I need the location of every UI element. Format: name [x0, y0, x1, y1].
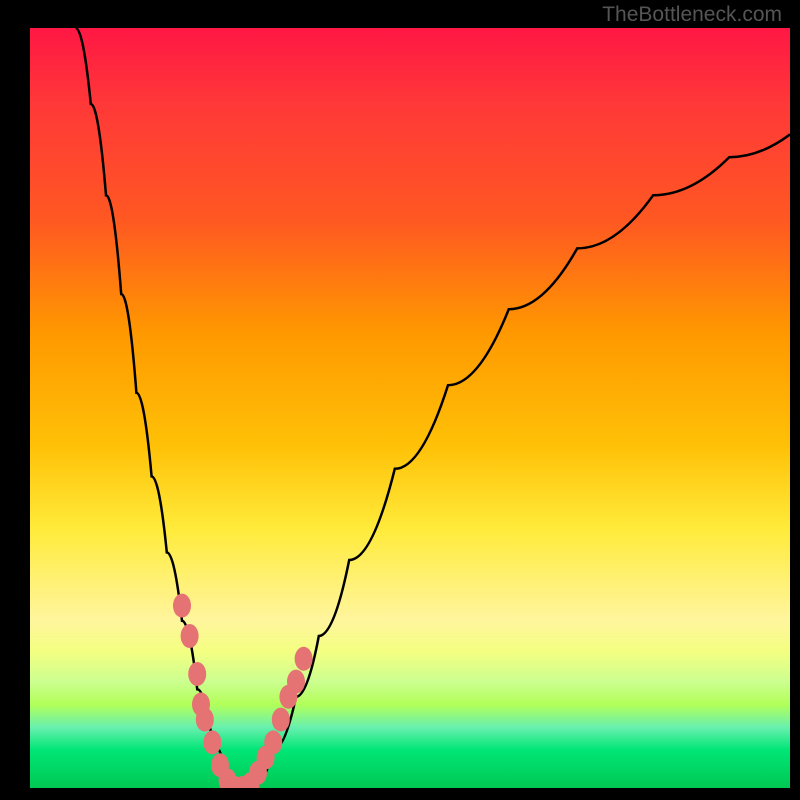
- data-marker: [188, 662, 206, 686]
- data-marker: [173, 594, 191, 618]
- data-marker: [196, 708, 214, 732]
- data-marker: [264, 730, 282, 754]
- chart-plot-area: [30, 28, 790, 788]
- data-markers: [173, 594, 313, 788]
- data-marker: [181, 624, 199, 648]
- data-marker: [287, 670, 305, 694]
- curve-overlay: [30, 28, 790, 788]
- bottleneck-curve: [76, 28, 790, 788]
- data-marker: [203, 730, 221, 754]
- data-marker: [272, 708, 290, 732]
- watermark-text: TheBottleneck.com: [602, 3, 782, 27]
- data-marker: [295, 647, 313, 671]
- chart-container: TheBottleneck.com: [0, 0, 800, 800]
